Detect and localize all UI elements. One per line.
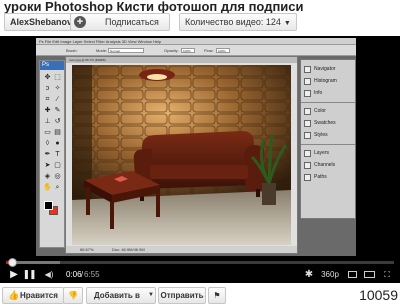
photoshop-panels-dock: Navigator Histogram Info Color Swatches … [300, 59, 356, 219]
panel-layers: Layers [301, 148, 355, 159]
flow-label: Flow: [204, 48, 214, 53]
healing-tool-icon: ✚ [44, 107, 51, 114]
channels-icon [304, 162, 311, 169]
pen-tool-icon: ✒ [44, 151, 51, 158]
mode-label: Mode: [96, 48, 108, 53]
swatches-icon [304, 120, 311, 127]
document-title: room.jpg @ 66.7% (RGB/8) [66, 57, 297, 63]
video-frame[interactable]: Ps File Edit Image Layer Select Filter A… [36, 38, 356, 256]
zoom-level: 66.67% [80, 247, 94, 252]
opacity-label: Opacity: [164, 48, 179, 53]
room-image [72, 65, 291, 245]
crop-tool-icon: ⌗ [45, 96, 50, 103]
3d-camera-icon: ◎ [54, 173, 61, 180]
history-brush-icon: ↺ [54, 118, 61, 125]
subscribe-label: Подписаться [105, 17, 159, 27]
share-button[interactable]: Отправить [158, 287, 206, 304]
volume-icon[interactable]: ◀) [42, 266, 56, 283]
foreground-color-swatch [44, 201, 53, 210]
total-time: 6:55 [84, 270, 100, 279]
mode-field: Normal [108, 48, 144, 53]
pause-icon[interactable]: ❚❚ [22, 266, 36, 283]
video-count-label: Количество видео: 124 [185, 17, 281, 27]
slice-tool-icon: ∕ [56, 96, 59, 103]
panel-channels: Channels [301, 160, 355, 171]
3d-tool-icon: ◈ [44, 173, 51, 180]
quality-label[interactable]: 360p [320, 266, 340, 283]
hand-tool-icon: ✋ [43, 184, 52, 191]
paths-icon [304, 174, 311, 181]
photoshop-options-bar: Brush: Mode: Normal Opacity: 100% Flow: … [36, 45, 356, 56]
add-to-button[interactable]: Добавить в ▼ [86, 287, 156, 304]
thumbs-down-icon: 👎 [68, 291, 78, 300]
video-count-dropdown[interactable]: Количество видео: 124 ▼ [179, 13, 297, 31]
styles-icon [304, 132, 311, 139]
fullscreen-icon[interactable]: ⛶ [380, 266, 394, 283]
add-to-label: Добавить в [94, 291, 140, 300]
channel-name-button[interactable]: AlexShebanov [4, 13, 79, 31]
panel-divider [301, 144, 355, 145]
room-render-illustration [72, 65, 291, 245]
plus-icon: + [74, 16, 86, 28]
brush-label: Brush: [66, 48, 78, 53]
brush-tool-icon: ✎ [54, 107, 61, 114]
player-controls: ▶ ❚❚ ◀) 0:06 / 6:55 ✱ 360p ⛶ [0, 266, 400, 283]
navigator-icon [304, 66, 311, 73]
flag-button[interactable]: ⚑ [208, 287, 226, 304]
marquee-tool-icon: ⬚ [54, 74, 61, 81]
play-icon[interactable]: ▶ [6, 266, 22, 283]
video-title: уроки Photoshop Кисти фотошоп для подпис… [4, 0, 304, 14]
flag-icon: ⚑ [213, 291, 221, 300]
progress-bar[interactable] [6, 261, 394, 264]
channel-row: AlexShebanov + Подписаться Количество ви… [2, 13, 398, 33]
eraser-tool-icon: ▭ [44, 129, 51, 136]
panel-histogram: Histogram [301, 76, 355, 87]
flow-field: 100% [216, 48, 230, 53]
panel-color: Color [301, 106, 355, 117]
thumbs-up-icon: 👍 [8, 290, 20, 300]
chevron-down-icon: ▼ [283, 20, 291, 27]
gradient-tool-icon: ▤ [54, 129, 61, 136]
settings-gear-icon[interactable]: ✱ [302, 266, 316, 283]
video-player[interactable]: Ps File Edit Image Layer Select Filter A… [0, 36, 400, 283]
move-tool-icon: ✥ [44, 74, 51, 81]
photoshop-document-window: room.jpg @ 66.7% (RGB/8) 66.67% Doc: 46.… [65, 56, 298, 254]
type-tool-icon: T [55, 151, 60, 158]
layers-icon [304, 150, 311, 157]
view-count: 10059 [359, 287, 398, 303]
action-bar: 👍 Нравится 👎 Добавить в ▼ Отправить ⚑ 10… [0, 285, 400, 305]
lasso-tool-icon: ↄ [45, 85, 50, 92]
histogram-icon [304, 78, 311, 85]
like-label: Нравится [20, 291, 58, 300]
shape-tool-icon: ▢ [54, 162, 61, 169]
opacity-field: 100% [181, 48, 195, 53]
panel-swatches: Swatches [301, 118, 355, 129]
like-button[interactable]: 👍 Нравится [2, 287, 64, 304]
panel-info: Info [301, 88, 355, 99]
panel-divider [301, 102, 355, 103]
info-icon [304, 90, 311, 97]
document-status-bar: 66.67% Doc: 46.9M/46.9M [66, 246, 297, 253]
youtube-watch-page: уроки Photoshop Кисти фотошоп для подпис… [0, 0, 400, 305]
popout-icon[interactable] [346, 266, 358, 283]
magic-wand-icon: ✧ [54, 85, 61, 92]
photoshop-logo: Ps [40, 61, 64, 70]
photoshop-tools-panel: Ps ✥ ⬚ ↄ ✧ ⌗ ∕ ✚ ✎ ⊥ ↺ ▭ ▤ ◊ ● ✒ T ➤ ▢ ◈ [39, 60, 65, 248]
blur-tool-icon: ◊ [45, 140, 50, 147]
panel-styles: Styles [301, 130, 355, 141]
stamp-tool-icon: ⊥ [44, 118, 51, 125]
document-size: Doc: 46.9M/46.9M [112, 247, 145, 252]
theater-mode-icon[interactable] [363, 266, 375, 283]
path-select-icon: ➤ [44, 162, 51, 169]
panel-navigator: Navigator [301, 64, 355, 75]
zoom-tool-icon: ⌕ [55, 184, 60, 191]
subscribe-button[interactable]: + Подписаться [70, 13, 170, 31]
dodge-tool-icon: ● [55, 140, 60, 147]
color-icon [304, 108, 311, 115]
chevron-down-icon: ▼ [148, 292, 154, 298]
panel-paths: Paths [301, 172, 355, 183]
dislike-button[interactable]: 👎 [63, 287, 83, 304]
photoshop-menu-bar: Ps File Edit Image Layer Select Filter A… [36, 38, 356, 45]
